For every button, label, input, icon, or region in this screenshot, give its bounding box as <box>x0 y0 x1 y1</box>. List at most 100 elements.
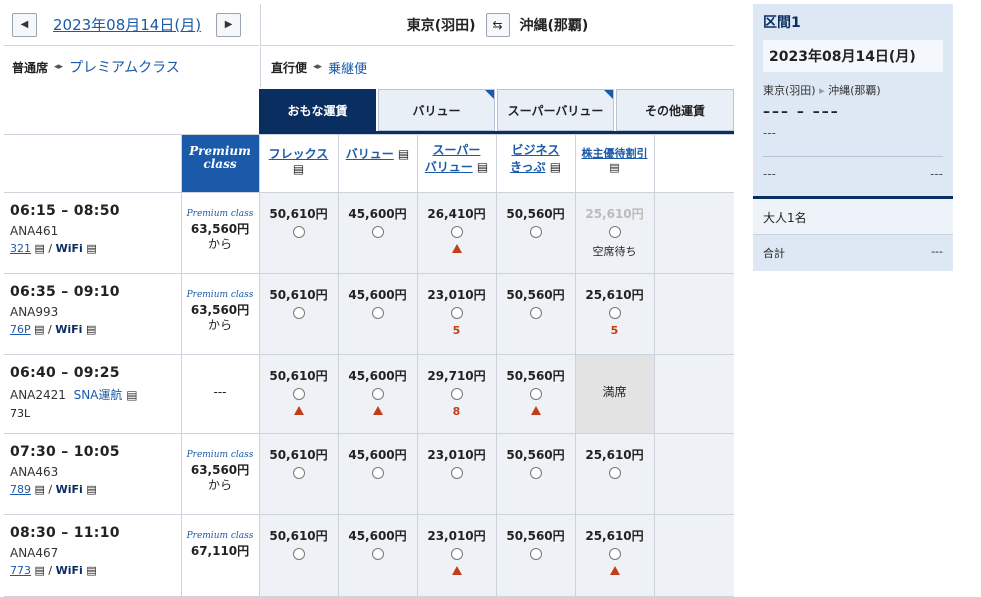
flight-alt-link[interactable]: 乗継便 <box>328 58 367 77</box>
fare-radio[interactable] <box>608 226 621 238</box>
flight-time: 07:30 – 10:05 <box>10 444 120 460</box>
fare-cell[interactable]: 50,610円 <box>258 273 339 355</box>
fare-cell[interactable]: 50,610円 <box>258 192 339 274</box>
fare-cell[interactable]: 50,560円 <box>495 514 576 597</box>
fare-cell[interactable]: 45,600円 <box>337 192 418 274</box>
fare-radio[interactable] <box>529 388 542 400</box>
operator-link[interactable]: SNA運航 <box>74 388 123 402</box>
fare-cell[interactable]: 50,610円 <box>258 433 339 515</box>
prev-day-button[interactable]: ◀ <box>12 12 37 37</box>
info-icon: ▤ <box>476 160 489 174</box>
tab-label: スーパーバリュー <box>507 103 604 118</box>
arrow-right-icon: ▸ <box>819 84 825 97</box>
tab-super-value[interactable]: スーパーバリュー <box>497 89 614 131</box>
fare-radio[interactable] <box>450 467 463 479</box>
premium-class-logo: Premium class <box>186 531 254 541</box>
flight-row: 08:30 – 11:10 ANA467 773 ▤ / WiFi ▤ Prem… <box>4 514 734 597</box>
fare-radio[interactable] <box>292 467 305 479</box>
fare-cell[interactable]: 45,600円 <box>337 354 418 434</box>
fare-radio[interactable] <box>292 388 305 400</box>
fare-radio[interactable] <box>371 388 384 400</box>
premium-fare[interactable]: Premium class 63,560円 から <box>180 433 260 515</box>
premium-class-header: Premium class <box>180 134 260 193</box>
fare-radio[interactable] <box>371 307 384 319</box>
fare-cell[interactable]: 23,010円 <box>416 514 497 597</box>
class-alt-link[interactable]: プレミアムクラス <box>69 57 180 77</box>
tab-value[interactable]: バリュー <box>378 89 495 131</box>
fare-cell[interactable]: 25,610円 <box>574 433 655 515</box>
info-icon: ▤ <box>549 160 562 174</box>
premium-fare[interactable]: Premium class 63,560円 から <box>180 192 260 274</box>
fare-cell[interactable]: 50,560円 <box>495 433 576 515</box>
fare-cell[interactable]: 25,610円 空席待ち <box>574 192 655 274</box>
fare-radio[interactable] <box>608 548 621 560</box>
fare-price: 45,600円 <box>348 207 407 221</box>
fare-radio[interactable] <box>529 467 542 479</box>
fare-price: 50,610円 <box>269 207 328 221</box>
header-row: Premium class フレックス ▤ バリュー ▤ スーパー バリュー ▤ ビジ… <box>4 134 734 193</box>
fare-cell[interactable]: 45,600円 <box>337 514 418 597</box>
fare-cell[interactable]: 50,560円 <box>495 273 576 355</box>
fare-cell-full: 満席 <box>574 354 655 434</box>
aircraft-link[interactable]: 789 <box>10 483 31 496</box>
blank-header <box>4 134 182 193</box>
fare-radio[interactable] <box>529 307 542 319</box>
tab-main-fares[interactable]: おもな運賃 <box>259 89 376 131</box>
flight-info: 06:40 – 09:25 ANA2421 SNA運航 ▤ 73L <box>4 354 182 434</box>
segment-fare-row: --- --- <box>763 156 943 181</box>
fare-radio[interactable] <box>529 226 542 238</box>
total-row: 合計 --- <box>763 245 943 260</box>
col-business[interactable]: ビジネス きっぷ ▤ <box>495 134 576 193</box>
swap-route-button[interactable]: ⇆ <box>485 12 510 37</box>
blank-cell <box>653 273 734 355</box>
fare-radio[interactable] <box>292 548 305 560</box>
few-seats-icon <box>451 566 462 575</box>
col-value[interactable]: バリュー ▤ <box>337 134 418 193</box>
fare-cell[interactable]: 23,010円 <box>416 433 497 515</box>
aircraft-link[interactable]: 321 <box>10 242 31 255</box>
date-link[interactable]: 2023年08月14日(月) <box>53 14 201 35</box>
fare-radio[interactable] <box>608 307 621 319</box>
fare-radio[interactable] <box>371 548 384 560</box>
fare-price: 50,610円 <box>269 529 328 543</box>
flight-number: ANA993 <box>10 305 59 319</box>
fare-cell[interactable]: 45,600円 <box>337 273 418 355</box>
fare-cell[interactable]: 50,560円 <box>495 192 576 274</box>
premium-fare[interactable]: Premium class 63,560円 から <box>180 273 260 355</box>
fare-cell[interactable]: 45,600円 <box>337 433 418 515</box>
col-shareholder[interactable]: 株主優待割引 ▤ <box>574 134 655 193</box>
fare-cell[interactable]: 25,610円 <box>574 514 655 597</box>
aircraft-link[interactable]: 76P <box>10 323 31 336</box>
blank-header-right <box>653 134 734 193</box>
fare-price: 26,410円 <box>427 207 486 221</box>
premium-fare[interactable]: Premium class 67,110円 <box>180 514 260 597</box>
fare-radio[interactable] <box>292 307 305 319</box>
fare-radio[interactable] <box>450 307 463 319</box>
fare-radio[interactable] <box>292 226 305 238</box>
fare-radio[interactable] <box>371 226 384 238</box>
col-flex[interactable]: フレックス ▤ <box>258 134 339 193</box>
flight-info: 07:30 – 10:05 ANA463 789 ▤ / WiFi ▤ <box>4 433 182 515</box>
fare-cell[interactable]: 50,610円 <box>258 514 339 597</box>
fare-radio[interactable] <box>450 388 463 400</box>
fare-radio[interactable] <box>608 467 621 479</box>
col-super-value[interactable]: スーパー バリュー ▤ <box>416 134 497 193</box>
fare-radio[interactable] <box>450 548 463 560</box>
flight-row: 06:15 – 08:50 ANA461 321 ▤ / WiFi ▤ Prem… <box>4 192 734 274</box>
flight-info: 06:15 – 08:50 ANA461 321 ▤ / WiFi ▤ <box>4 192 182 274</box>
route-bar: 東京(羽田) ⇆ 沖縄(那覇) <box>260 4 734 46</box>
fare-cell[interactable]: 50,560円 <box>495 354 576 434</box>
fare-radio[interactable] <box>529 548 542 560</box>
segment-flight: --- <box>763 126 776 140</box>
fare-cell[interactable]: 23,010円 5 <box>416 273 497 355</box>
tab-other-fares[interactable]: その他運賃 <box>616 89 734 131</box>
info-icon: ▤ <box>86 242 97 255</box>
fare-radio[interactable] <box>371 467 384 479</box>
next-day-button[interactable]: ▶ <box>216 12 242 37</box>
fare-cell[interactable]: 50,610円 <box>258 354 339 434</box>
aircraft-link[interactable]: 773 <box>10 564 31 577</box>
fare-radio[interactable] <box>450 226 463 238</box>
fare-cell[interactable]: 29,710円 8 <box>416 354 497 434</box>
fare-cell[interactable]: 26,410円 <box>416 192 497 274</box>
fare-cell[interactable]: 25,610円 5 <box>574 273 655 355</box>
